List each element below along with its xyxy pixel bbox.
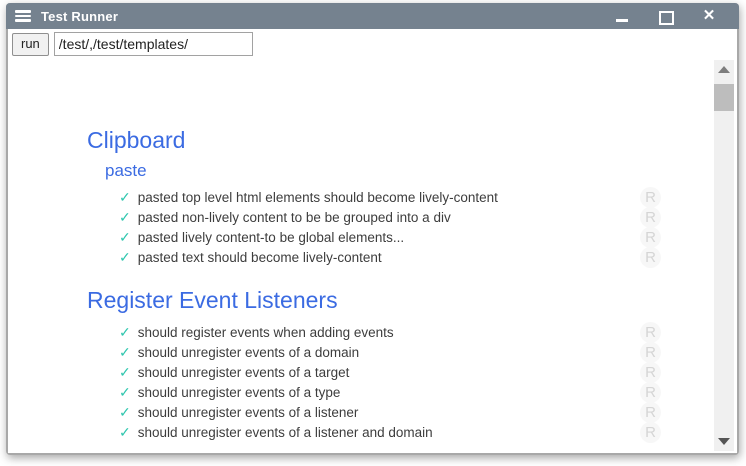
- pass-check-icon: ✓: [119, 405, 131, 419]
- test-row: ✓ should unregister events of a type R: [8, 382, 737, 402]
- run-button[interactable]: run: [12, 33, 49, 56]
- pass-check-icon: ✓: [119, 345, 131, 359]
- window-controls: ✕: [615, 9, 739, 23]
- test-row: ✓ should unregister events of a listener…: [8, 422, 737, 442]
- suite-clipboard: Clipboard paste ✓ pasted top level html …: [8, 127, 737, 267]
- rerun-button[interactable]: R: [640, 422, 661, 443]
- test-label: should unregister events of a listener a…: [138, 425, 433, 440]
- rerun-button[interactable]: R: [640, 362, 661, 383]
- scroll-up-icon[interactable]: [714, 60, 734, 79]
- test-row: ✓ should register events when adding eve…: [8, 322, 737, 342]
- vertical-scrollbar[interactable]: [714, 60, 734, 451]
- scroll-down-icon[interactable]: [714, 432, 734, 451]
- toolbar: run: [8, 29, 737, 59]
- test-row: ✓ pasted text should become lively-conte…: [8, 247, 737, 267]
- window-title: Test Runner: [41, 9, 118, 24]
- suite-title: Register Event Listeners: [87, 287, 737, 314]
- test-label: should unregister events of a listener: [138, 405, 359, 420]
- suite-title: Clipboard: [87, 127, 737, 154]
- test-label: should register events when adding event…: [138, 325, 394, 340]
- pass-check-icon: ✓: [119, 190, 131, 204]
- maximize-icon[interactable]: [658, 9, 672, 23]
- test-label: should unregister events of a target: [138, 365, 350, 380]
- test-row: ✓ pasted non-lively content to be be gro…: [8, 207, 737, 227]
- rerun-button[interactable]: R: [640, 187, 661, 208]
- minimize-icon[interactable]: [615, 9, 629, 23]
- titlebar: Test Runner ✕: [6, 3, 739, 29]
- test-row: ✓ pasted lively content-to be global ele…: [8, 227, 737, 247]
- pass-check-icon: ✓: [119, 385, 131, 399]
- suite-register-event-listeners: Register Event Listeners ✓ should regist…: [8, 287, 737, 442]
- test-label: pasted text should become lively-content: [138, 250, 382, 265]
- test-label: pasted lively content-to be global eleme…: [138, 230, 404, 245]
- test-label: should unregister events of a domain: [138, 345, 359, 360]
- close-icon[interactable]: ✕: [701, 9, 717, 23]
- test-row: ✓ should unregister events of a domain R: [8, 342, 737, 362]
- rerun-button[interactable]: R: [640, 207, 661, 228]
- test-results-panel: Clipboard paste ✓ pasted top level html …: [8, 59, 737, 453]
- test-row: ✓ should unregister events of a target R: [8, 362, 737, 382]
- test-path-input[interactable]: [54, 32, 253, 56]
- rerun-button[interactable]: R: [640, 342, 661, 363]
- test-runner-window: Test Runner ✕ run Clipboard paste ✓ past…: [6, 3, 739, 455]
- rerun-button[interactable]: R: [640, 382, 661, 403]
- test-label: pasted non-lively content to be be group…: [138, 210, 451, 225]
- pass-check-icon: ✓: [119, 365, 131, 379]
- rerun-button[interactable]: R: [640, 227, 661, 248]
- test-label: pasted top level html elements should be…: [138, 190, 498, 205]
- pass-check-icon: ✓: [119, 425, 131, 439]
- pass-check-icon: ✓: [119, 230, 131, 244]
- test-row: ✓ should unregister events of a listener…: [8, 402, 737, 422]
- pass-check-icon: ✓: [119, 250, 131, 264]
- pass-check-icon: ✓: [119, 210, 131, 224]
- rerun-button[interactable]: R: [640, 402, 661, 423]
- test-row: ✓ pasted top level html elements should …: [8, 187, 737, 207]
- hamburger-menu-icon[interactable]: [15, 10, 31, 22]
- test-label: should unregister events of a type: [138, 385, 341, 400]
- rerun-button[interactable]: R: [640, 247, 661, 268]
- rerun-button[interactable]: R: [640, 322, 661, 343]
- pass-check-icon: ✓: [119, 325, 131, 339]
- scrollbar-thumb[interactable]: [714, 84, 734, 111]
- subsuite-title: paste: [105, 161, 737, 181]
